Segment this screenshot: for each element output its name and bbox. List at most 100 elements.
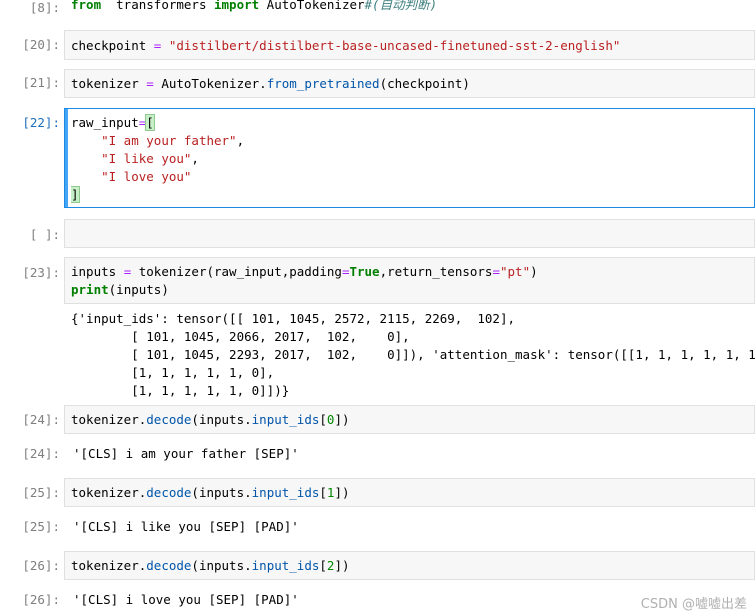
output-prompt: [24]:	[22, 446, 60, 461]
code-line: tokenizer.decode(inputs.input_ids[0])	[71, 411, 748, 429]
code-token: True	[349, 264, 380, 279]
cell-prompt: [22]:	[22, 115, 60, 130]
code-token: #(自动判断)	[364, 0, 438, 12]
output-line: '[CLS] i like you [SEP] [PAD]'	[73, 519, 299, 534]
code-token: input_ids	[251, 412, 320, 427]
code-token: "I like you"	[101, 151, 192, 166]
code-token: inputs	[71, 264, 124, 279]
cell-input[interactable]: from transformers import AutoTokenizer#(…	[64, 0, 755, 14]
code-token: (checkpoint)	[379, 76, 470, 91]
code-lines: raw_input=[ "I am your father", "I like …	[71, 114, 748, 204]
code-token: ,return_tensors	[379, 264, 493, 279]
code-token: decode	[146, 412, 192, 427]
code-token: ,	[191, 151, 199, 166]
cell-input[interactable]: checkpoint = "distilbert/distilbert-base…	[64, 30, 755, 60]
code-token: tokenizer.	[71, 412, 147, 427]
code-token: =	[492, 264, 500, 279]
code-token: checkpoint	[71, 38, 154, 53]
code-line: tokenizer.decode(inputs.input_ids[1])	[71, 484, 748, 502]
cell-prompt: [24]:	[22, 412, 60, 427]
code-token: from_pretrained	[266, 76, 380, 91]
code-line: "I am your father",	[71, 132, 748, 150]
code-token: ])	[334, 558, 350, 573]
output-line: {'input_ids': tensor([[ 101, 1045, 2572,…	[71, 311, 516, 326]
output-lines: '[CLS] i like you [SEP] [PAD]'	[73, 518, 755, 536]
cell-input[interactable]: tokenizer.decode(inputs.input_ids[2])	[64, 551, 755, 580]
output-line: [1, 1, 1, 1, 1, 0],	[71, 365, 275, 380]
code-token: import	[214, 0, 260, 12]
cell-prompt: [ ]:	[29, 227, 60, 242]
code-token: ])	[334, 485, 350, 500]
code-token: raw_input	[71, 115, 139, 130]
code-token: AutoTokenizer	[259, 0, 365, 12]
code-token: [	[319, 412, 327, 427]
code-lines: inputs = tokenizer(raw_input,padding=Tru…	[71, 263, 748, 299]
cell-prompt: [23]:	[22, 265, 60, 280]
output-lines: '[CLS] i am your father [SEP]'	[73, 445, 755, 463]
code-token: (inputs.	[191, 485, 252, 500]
code-token: )	[530, 264, 538, 279]
code-line: inputs = tokenizer(raw_input,padding=Tru…	[71, 263, 748, 281]
code-token: ,	[236, 133, 245, 148]
code-token: (inputs)	[108, 282, 169, 297]
cell-prompt: [20]:	[22, 37, 60, 52]
code-token: print	[71, 282, 109, 297]
cell-prompt: [8]:	[29, 0, 60, 15]
code-token: =	[146, 76, 154, 91]
output-line: [ 101, 1045, 2066, 2017, 102, 0],	[71, 329, 410, 344]
cell-prompt: [26]:	[22, 558, 60, 573]
code-line: from transformers import AutoTokenizer#(…	[71, 0, 748, 14]
code-line: print(inputs)	[71, 281, 748, 299]
output-prompt: [25]:	[22, 519, 60, 534]
code-token: tokenizer.	[71, 485, 147, 500]
output-line: [1, 1, 1, 1, 1, 0]])}	[71, 383, 290, 398]
cell-input[interactable]: tokenizer.decode(inputs.input_ids[0])	[64, 405, 755, 434]
code-token: "I am your father"	[101, 133, 237, 148]
code-line: tokenizer.decode(inputs.input_ids[2])	[71, 557, 748, 575]
code-token: (inputs.	[191, 412, 252, 427]
output-prompt: [26]:	[22, 592, 60, 607]
cell-input[interactable]: tokenizer.decode(inputs.input_ids[1])	[64, 478, 755, 507]
code-token: AutoTokenizer.	[153, 76, 267, 91]
code-token: "pt"	[500, 264, 531, 279]
cell-output: '[CLS] i like you [SEP] [PAD]'	[73, 518, 755, 536]
code-line: checkpoint = "distilbert/distilbert-base…	[71, 37, 748, 55]
cell-input[interactable]	[64, 219, 755, 248]
code-token: transformers	[101, 0, 214, 12]
code-line: raw_input=[	[71, 114, 748, 132]
output-line: [ 101, 1045, 2293, 2017, 102, 0]]), 'att…	[71, 347, 755, 362]
cell-output: '[CLS] i am your father [SEP]'	[73, 445, 755, 463]
matching-bracket: [	[145, 114, 155, 131]
cell-input-active[interactable]: raw_input=[ "I am your father", "I like …	[64, 108, 755, 208]
code-token: from	[71, 0, 102, 12]
cell-input[interactable]: tokenizer = AutoTokenizer.from_pretraine…	[64, 69, 755, 98]
code-token: tokenizer.	[71, 558, 147, 573]
code-line: "I love you"	[71, 168, 748, 186]
code-token: input_ids	[251, 485, 320, 500]
code-token: "distilbert/distilbert-base-uncased-fine…	[168, 38, 621, 53]
cell-output: {'input_ids': tensor([[ 101, 1045, 2572,…	[71, 310, 755, 400]
code-token: ])	[334, 412, 350, 427]
cell-input[interactable]: inputs = tokenizer(raw_input,padding=Tru…	[64, 257, 755, 304]
cell-prompt: [25]:	[22, 485, 60, 500]
code-token: tokenizer	[71, 76, 147, 91]
code-token: "I love you"	[101, 169, 192, 184]
code-line: tokenizer = AutoTokenizer.from_pretraine…	[71, 75, 748, 93]
cell-prompt: [21]:	[22, 75, 60, 90]
code-token: tokenizer(raw_input,padding	[131, 264, 342, 279]
code-token: decode	[146, 485, 192, 500]
code-token: decode	[146, 558, 192, 573]
code-token: [	[319, 485, 327, 500]
output-line: '[CLS] i am your father [SEP]'	[73, 446, 299, 461]
matching-bracket: ]	[71, 186, 80, 203]
code-token: input_ids	[251, 558, 320, 573]
output-lines: {'input_ids': tensor([[ 101, 1045, 2572,…	[71, 310, 755, 400]
code-token: (inputs.	[191, 558, 252, 573]
code-line: ]	[71, 186, 748, 204]
code-token: [	[319, 558, 327, 573]
code-line: "I like you",	[71, 150, 748, 168]
